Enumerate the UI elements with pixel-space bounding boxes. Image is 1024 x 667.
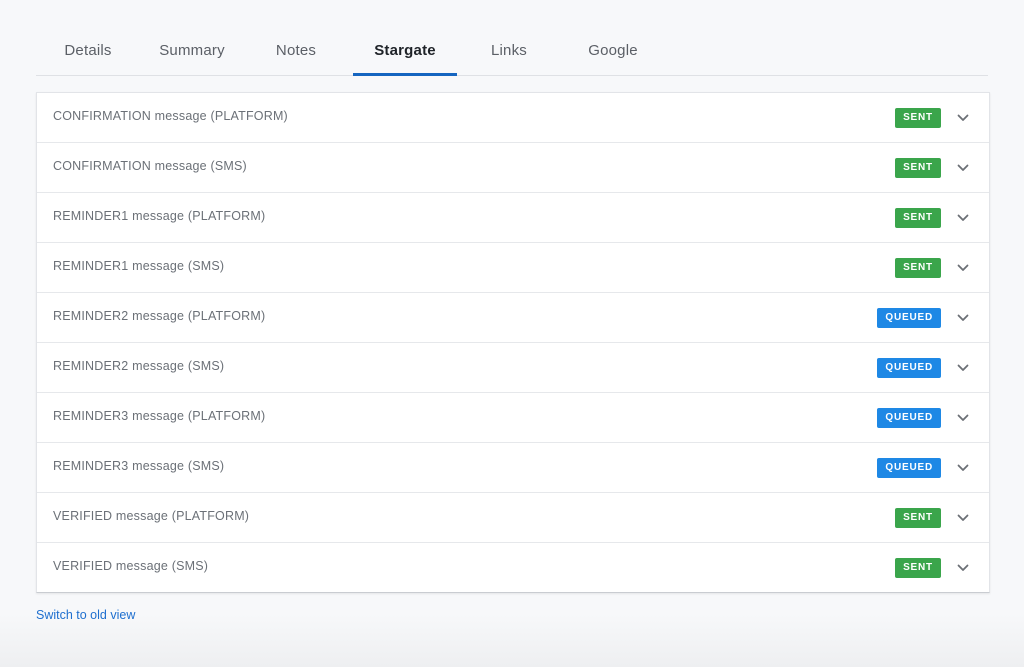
message-label: CONFIRMATION message (PLATFORM) xyxy=(53,109,288,123)
tab-label: Summary xyxy=(159,42,225,59)
message-row[interactable]: REMINDER3 message (SMS) QUEUED xyxy=(37,442,989,492)
chevron-down-icon[interactable] xyxy=(955,260,971,276)
message-row[interactable]: VERIFIED message (PLATFORM) SENT xyxy=(37,492,989,542)
tab-links[interactable]: Links xyxy=(457,26,561,75)
tab-label: Links xyxy=(490,42,528,59)
message-label: REMINDER2 message (SMS) xyxy=(53,359,225,373)
message-label: CONFIRMATION message (SMS) xyxy=(53,159,247,173)
message-row[interactable]: REMINDER1 message (PLATFORM) SENT xyxy=(37,192,989,242)
message-list: CONFIRMATION message (PLATFORM) SENT CONFI… xyxy=(36,92,990,593)
chevron-down-icon[interactable] xyxy=(955,510,971,526)
chevron-down-icon[interactable] xyxy=(955,210,971,226)
status-badge: SENT xyxy=(895,558,941,578)
message-row[interactable]: CONFIRMATION message (SMS) SENT xyxy=(37,142,989,192)
chevron-down-icon[interactable] xyxy=(955,410,971,426)
status-badge: QUEUED xyxy=(877,408,941,428)
status-badge: SENT xyxy=(895,108,941,128)
message-label: VERIFIED message (SMS) xyxy=(53,559,209,573)
message-row[interactable]: REMINDER2 message (SMS) QUEUED xyxy=(37,342,989,392)
message-row[interactable]: REMINDER2 message (PLATFORM) QUEUED xyxy=(37,292,989,342)
tab-stargate[interactable]: Stargate xyxy=(353,26,457,76)
message-label: REMINDER3 message (SMS) xyxy=(53,459,225,473)
status-badge: QUEUED xyxy=(877,458,941,478)
message-row[interactable]: REMINDER3 message (PLATFORM) QUEUED xyxy=(37,392,989,442)
message-label: VERIFIED message (PLATFORM) xyxy=(53,509,250,523)
tab-label: Notes xyxy=(275,42,317,59)
tab-google[interactable]: Google xyxy=(561,26,665,75)
tab-details[interactable]: Details xyxy=(36,26,140,75)
message-label: REMINDER2 message (PLATFORM) xyxy=(53,309,266,323)
message-label: REMINDER3 message (PLATFORM) xyxy=(53,409,266,423)
status-badge: QUEUED xyxy=(877,308,941,328)
message-row[interactable]: CONFIRMATION message (PLATFORM) SENT xyxy=(37,93,989,142)
message-label: REMINDER1 message (SMS) xyxy=(53,259,225,273)
chevron-down-icon[interactable] xyxy=(955,460,971,476)
chevron-down-icon[interactable] xyxy=(955,110,971,126)
tab-label: Google xyxy=(588,42,638,59)
page: Details Summary Notes Stargate Links Goo… xyxy=(0,0,1024,667)
status-badge: SENT xyxy=(895,158,941,178)
status-badge: QUEUED xyxy=(877,358,941,378)
message-row[interactable]: VERIFIED message (SMS) SENT xyxy=(37,542,989,592)
status-badge: SENT xyxy=(895,258,941,278)
tab-label: Stargate xyxy=(374,42,436,59)
chevron-down-icon[interactable] xyxy=(955,310,971,326)
status-badge: SENT xyxy=(895,508,941,528)
tab-label: Details xyxy=(64,42,112,59)
tab-bar: Details Summary Notes Stargate Links Goo… xyxy=(36,26,988,76)
switch-to-old-view-link[interactable]: Switch to old view xyxy=(36,608,135,622)
tab-summary[interactable]: Summary xyxy=(140,26,244,75)
message-row[interactable]: REMINDER1 message (SMS) SENT xyxy=(37,242,989,292)
chevron-down-icon[interactable] xyxy=(955,560,971,576)
chevron-down-icon[interactable] xyxy=(955,160,971,176)
tab-notes[interactable]: Notes xyxy=(244,26,348,75)
message-label: REMINDER1 message (PLATFORM) xyxy=(53,209,266,223)
chevron-down-icon[interactable] xyxy=(955,360,971,376)
status-badge: SENT xyxy=(895,208,941,228)
